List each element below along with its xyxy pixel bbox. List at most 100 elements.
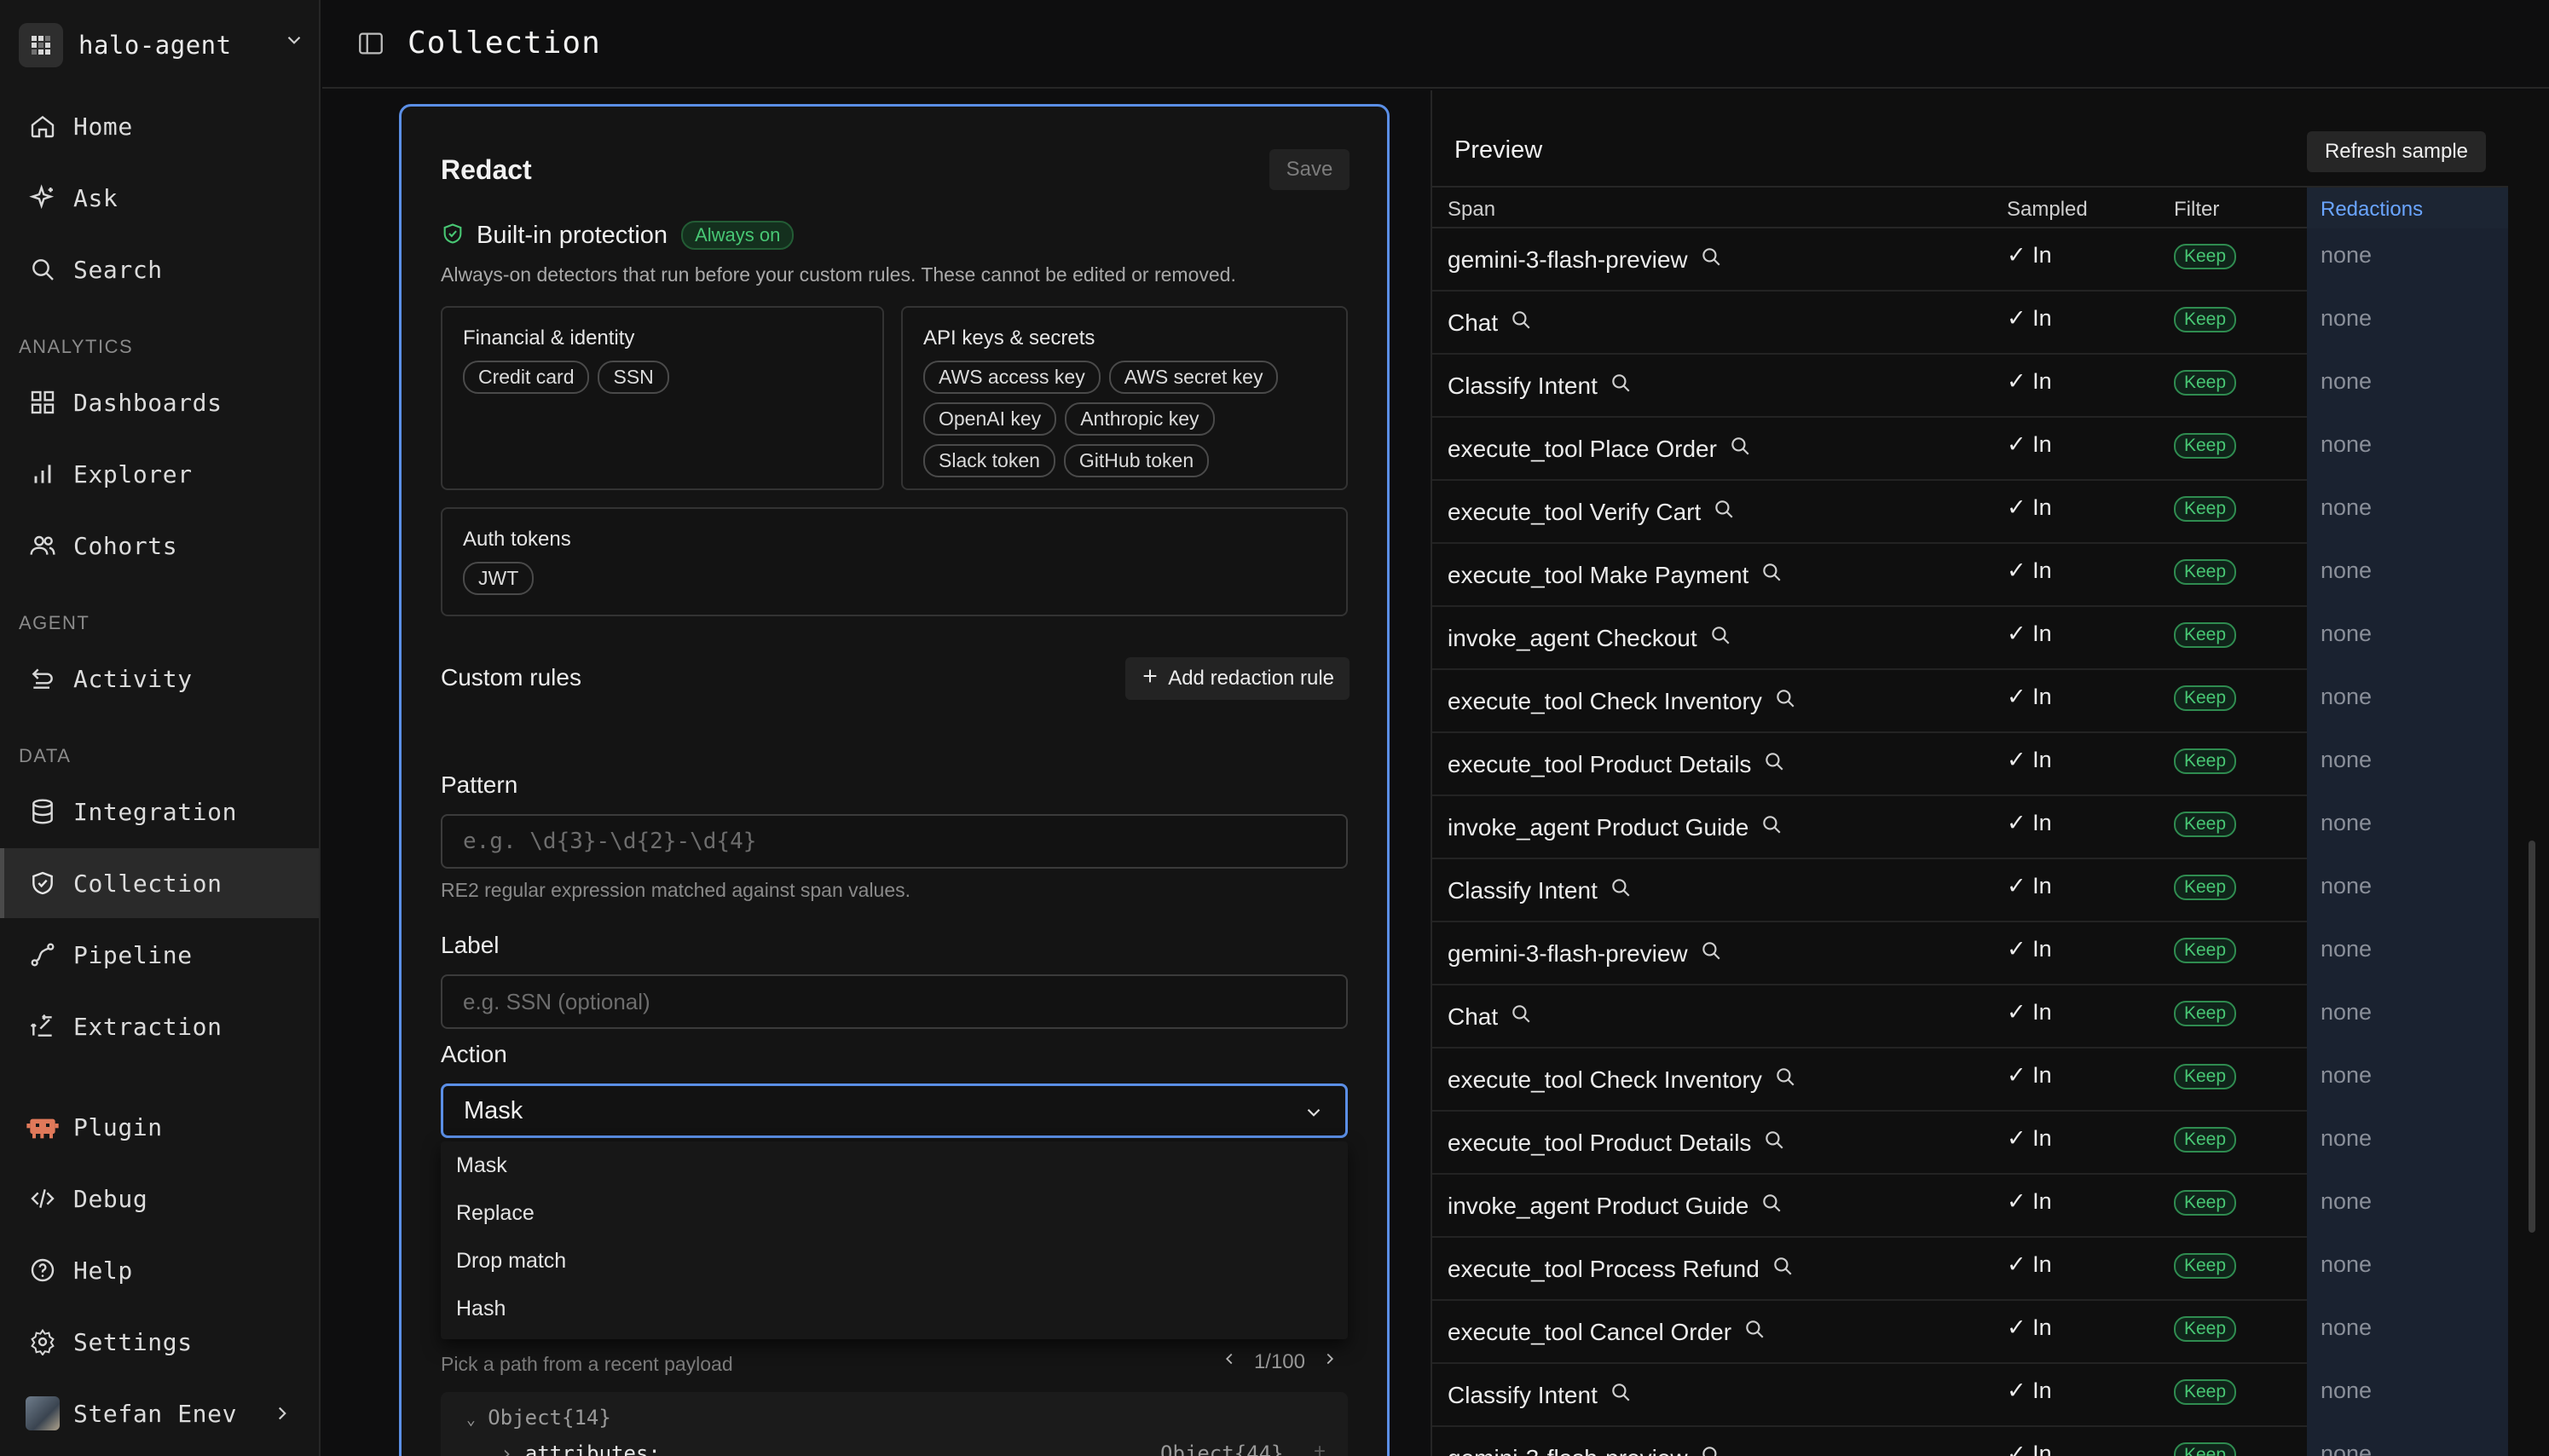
sidebar-item-settings[interactable]: Settings — [0, 1307, 319, 1377]
action-option-replace[interactable]: Replace — [441, 1189, 1348, 1237]
redactions-cell: none — [2307, 1175, 2508, 1238]
search-icon[interactable] — [1743, 1318, 1766, 1346]
sidebar-toggle-icon[interactable] — [356, 29, 385, 62]
redactions-cell: none — [2307, 1364, 2508, 1427]
save-button[interactable]: Save — [1269, 149, 1350, 190]
keep-badge: Keep — [2174, 748, 2237, 774]
table-row[interactable]: Classify Intent ✓ In Keep none — [1432, 1364, 2508, 1427]
action-option-mask[interactable]: Mask — [441, 1141, 1348, 1189]
action-select[interactable]: Mask — [441, 1083, 1348, 1138]
json-key-label: attributes: — [524, 1442, 661, 1456]
sidebar-item-search[interactable]: Search — [0, 234, 319, 304]
sampled-cell: ✓ In — [2007, 368, 2052, 394]
search-icon[interactable] — [1713, 498, 1735, 526]
search-icon[interactable] — [1760, 1192, 1783, 1220]
span-cell: execute_tool Place Order — [1448, 435, 1751, 463]
sidebar-item-cohorts[interactable]: Cohorts — [0, 511, 319, 581]
sidebar-item-label: Extraction — [73, 1012, 223, 1041]
search-icon[interactable] — [1700, 246, 1722, 274]
table-row[interactable]: invoke_agent Checkout ✓ In Keep none — [1432, 607, 2508, 670]
span-cell: execute_tool Check Inventory — [1448, 687, 1796, 715]
table-row[interactable]: Classify Intent ✓ In Keep none — [1432, 355, 2508, 418]
sidebar-item-collection[interactable]: Collection — [0, 848, 319, 918]
table-row[interactable]: gemini-3-flash-preview ✓ In Keep none — [1432, 1427, 2508, 1456]
search-icon[interactable] — [1763, 750, 1785, 778]
sidebar-item-dashboards[interactable]: Dashboards — [0, 367, 319, 437]
search-icon[interactable] — [1774, 687, 1796, 715]
action-option-drop-match[interactable]: Drop match — [441, 1237, 1348, 1285]
table-row[interactable]: execute_tool Cancel Order ✓ In Keep none — [1432, 1301, 2508, 1364]
redactions-cell: none — [2307, 481, 2508, 544]
table-row[interactable]: Chat ✓ In Keep none — [1432, 985, 2508, 1049]
span-name: execute_tool Place Order — [1448, 435, 1717, 462]
table-row[interactable]: Classify Intent ✓ In Keep none — [1432, 859, 2508, 922]
chevron-down-icon: ⌄ — [466, 1411, 476, 1429]
json-node-attributes[interactable]: › attributes: — [500, 1442, 661, 1456]
user-menu[interactable]: Stefan Enev — [0, 1378, 319, 1448]
action-option-hash[interactable]: Hash — [441, 1285, 1348, 1332]
sidebar-item-extraction[interactable]: Extraction — [0, 991, 319, 1061]
scrollbar[interactable] — [2529, 841, 2535, 1233]
builtin-protection-description: Always-on detectors that run before your… — [441, 263, 1236, 286]
sidebar-item-debug[interactable]: Debug — [0, 1164, 319, 1234]
span-cell: execute_tool Make Payment — [1448, 561, 1783, 589]
search-icon[interactable] — [1610, 372, 1632, 400]
avatar — [26, 1396, 60, 1430]
sidebar-item-label: Cohorts — [73, 531, 178, 560]
sidebar-item-pipeline[interactable]: Pipeline — [0, 920, 319, 990]
search-icon[interactable] — [1763, 1129, 1785, 1157]
sidebar-item-explorer[interactable]: Explorer — [0, 439, 319, 509]
search-icon[interactable] — [1760, 561, 1783, 589]
sidebar-item-home[interactable]: Home — [0, 91, 319, 161]
search-icon[interactable] — [1700, 1444, 1722, 1456]
search-icon[interactable] — [1772, 1255, 1794, 1283]
table-row[interactable]: gemini-3-flash-preview ✓ In Keep none — [1432, 228, 2508, 292]
json-root-node[interactable]: ⌄ Object{14} — [466, 1406, 611, 1430]
search-icon[interactable] — [1610, 876, 1632, 904]
shield-icon — [26, 866, 60, 900]
search-icon[interactable] — [1729, 435, 1751, 463]
refresh-sample-button[interactable]: Refresh sample — [2307, 131, 2486, 172]
table-row[interactable]: gemini-3-flash-preview ✓ In Keep none — [1432, 922, 2508, 985]
table-row[interactable]: execute_tool Check Inventory ✓ In Keep none — [1432, 670, 2508, 733]
table-row[interactable]: execute_tool Product Details ✓ In Keep none — [1432, 1112, 2508, 1175]
redactions-cell: none — [2307, 1238, 2508, 1301]
table-row[interactable]: execute_tool Product Details ✓ In Keep none — [1432, 733, 2508, 796]
search-icon[interactable] — [1774, 1066, 1796, 1094]
keep-badge: Keep — [2174, 244, 2237, 269]
plus-icon[interactable]: + — [1314, 1440, 1326, 1456]
workspace-switcher[interactable]: halo-agent — [19, 22, 305, 68]
table-row[interactable]: execute_tool Process Refund ✓ In Keep none — [1432, 1238, 2508, 1301]
table-row[interactable]: Chat ✓ In Keep none — [1432, 292, 2508, 355]
search-icon[interactable] — [1700, 939, 1722, 968]
detector-group-title: API keys & secrets — [923, 326, 1095, 350]
sidebar-item-ask[interactable]: Ask — [0, 163, 319, 233]
preview-table-header: Span Sampled Filter Redactions — [1432, 186, 2508, 228]
sidebar-item-activity[interactable]: Activity — [0, 644, 319, 714]
redactions-cell: none — [2307, 796, 2508, 859]
sidebar-item-plugin[interactable]: Plugin — [0, 1092, 319, 1162]
table-row[interactable]: invoke_agent Product Guide ✓ In Keep none — [1432, 1175, 2508, 1238]
pattern-input[interactable] — [441, 814, 1348, 869]
table-row[interactable]: execute_tool Make Payment ✓ In Keep none — [1432, 544, 2508, 607]
chevron-right-icon[interactable] — [1321, 1349, 1339, 1374]
add-redaction-rule-button[interactable]: Add redaction rule — [1125, 657, 1350, 700]
search-icon[interactable] — [1510, 309, 1532, 337]
search-icon[interactable] — [1709, 624, 1731, 652]
table-row[interactable]: execute_tool Place Order ✓ In Keep none — [1432, 418, 2508, 481]
keep-badge: Keep — [2174, 938, 2237, 963]
table-row[interactable]: execute_tool Verify Cart ✓ In Keep none — [1432, 481, 2508, 544]
sidebar-item-help[interactable]: Help — [0, 1235, 319, 1305]
sidebar-item-integration[interactable]: Integration — [0, 777, 319, 846]
table-row[interactable]: execute_tool Check Inventory ✓ In Keep none — [1432, 1049, 2508, 1112]
detector-chip: Credit card — [463, 361, 590, 394]
search-icon[interactable] — [1610, 1381, 1632, 1409]
sampled-cell: ✓ In — [2007, 1314, 2052, 1340]
table-row[interactable]: invoke_agent Product Guide ✓ In Keep none — [1432, 796, 2508, 859]
chevron-left-icon[interactable] — [1220, 1349, 1239, 1374]
label-input[interactable] — [441, 974, 1348, 1029]
search-icon[interactable] — [1760, 813, 1783, 841]
sampled-cell: ✓ In — [2007, 684, 2052, 709]
search-icon[interactable] — [1510, 1002, 1532, 1031]
span-cell: gemini-3-flash-preview — [1448, 1444, 1722, 1456]
